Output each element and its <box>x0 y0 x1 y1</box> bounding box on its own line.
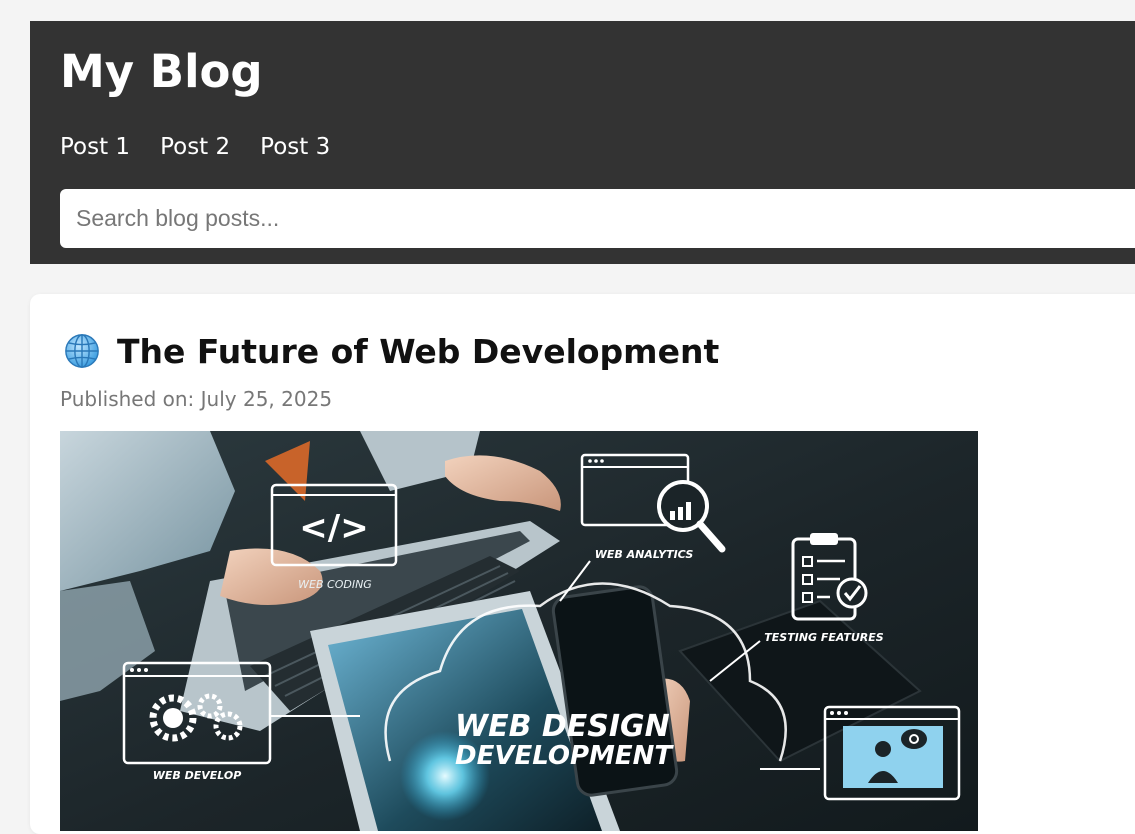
post-date: Published on: July 25, 2025 <box>60 387 333 411</box>
nav-link-post-1[interactable]: Post 1 <box>60 136 130 159</box>
web-design-illustration: </> WEB CODING WEB ANALYTICS TESTING FEA… <box>60 431 978 831</box>
post-card: The Future of Web Development Published … <box>30 294 1135 834</box>
post-hero-image: </> WEB CODING WEB ANALYTICS TESTING FEA… <box>60 431 978 831</box>
svg-text:WEB DEVELOP: WEB DEVELOP <box>153 769 242 782</box>
nav-link-post-2[interactable]: Post 2 <box>160 136 230 159</box>
globe-icon <box>65 334 99 368</box>
nav-link-post-3[interactable]: Post 3 <box>260 136 330 159</box>
svg-text:DEVELOPMENT: DEVELOPMENT <box>455 741 674 771</box>
post-title: The Future of Web Development <box>63 332 719 370</box>
site-header: My Blog Post 1 Post 2 Post 3 <box>30 21 1135 264</box>
svg-text:WEB ANALYTICS: WEB ANALYTICS <box>595 548 694 561</box>
main-nav: Post 1 Post 2 Post 3 <box>60 136 330 159</box>
svg-text:TESTING FEATURES: TESTING FEATURES <box>764 631 884 644</box>
site-title[interactable]: My Blog <box>60 49 263 94</box>
svg-text:</>: </> <box>299 508 368 548</box>
search-input[interactable] <box>60 189 1135 248</box>
svg-text:WEB DESIGN: WEB DESIGN <box>455 709 670 744</box>
post-title-text: The Future of Web Development <box>117 331 720 371</box>
svg-text:WEB CODING: WEB CODING <box>298 578 372 591</box>
